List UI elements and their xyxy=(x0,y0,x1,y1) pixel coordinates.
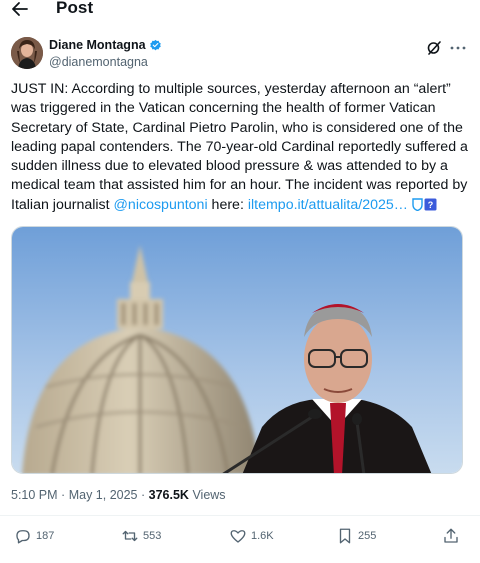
author-name-group[interactable]: Diane Montagna xyxy=(49,38,162,52)
repost-button[interactable]: 553 xyxy=(121,527,161,545)
more-dots-icon xyxy=(450,46,466,50)
question-box-icon: ? xyxy=(424,198,437,211)
grok-icon xyxy=(427,41,441,55)
page-title: Post xyxy=(56,0,94,17)
author-handle[interactable]: @dianemontagna xyxy=(49,55,148,69)
share-icon xyxy=(444,528,458,543)
tweet-meta: 5:10 PM · May 1, 2025 · 376.5K Views xyxy=(11,488,226,502)
meta-separator-2: · xyxy=(140,488,146,502)
tweet-text-main: JUST IN: According to multiple sources, … xyxy=(11,81,468,213)
bookmark-count: 255 xyxy=(358,530,377,542)
verified-badge-icon xyxy=(149,39,161,50)
grok-button[interactable] xyxy=(425,39,443,57)
like-count: 1.6K xyxy=(251,530,274,542)
divider xyxy=(0,515,480,516)
share-button[interactable] xyxy=(442,527,460,545)
action-bar: 187 553 1.6K 255 xyxy=(0,527,480,547)
article-link[interactable]: iltempo.it/attualita/2025… xyxy=(248,197,408,213)
tweet-text: JUST IN: According to multiple sources, … xyxy=(11,80,471,215)
heart-icon xyxy=(230,530,246,543)
top-bar: Post xyxy=(0,0,480,20)
author-row: Diane Montagna @dianemontagna xyxy=(11,37,471,73)
bookmark-icon xyxy=(339,528,351,544)
reply-icon xyxy=(16,530,30,544)
avatar[interactable] xyxy=(11,37,43,69)
bookmark-button[interactable]: 255 xyxy=(336,527,376,545)
repost-icon xyxy=(122,530,138,542)
back-button[interactable] xyxy=(9,0,31,19)
tweet-image[interactable] xyxy=(11,226,463,474)
more-options-button[interactable] xyxy=(449,39,467,57)
like-button[interactable]: 1.6K xyxy=(229,527,274,545)
arrow-left-icon xyxy=(12,2,28,16)
views-count[interactable]: 376.5K xyxy=(149,488,189,502)
views-label: Views xyxy=(192,488,226,502)
author-name[interactable]: Diane Montagna xyxy=(49,38,146,52)
reply-button[interactable]: 187 xyxy=(14,527,54,545)
svg-text:?: ? xyxy=(428,200,434,210)
mention-link[interactable]: @nicospuntoni xyxy=(114,197,208,213)
reply-count: 187 xyxy=(36,530,55,542)
emoji-flags: ? xyxy=(412,198,437,211)
repost-count: 553 xyxy=(143,530,162,542)
tweet-date[interactable]: May 1, 2025 xyxy=(69,488,138,502)
tweet-time[interactable]: 5:10 PM xyxy=(11,488,58,502)
shield-emoji-icon xyxy=(412,198,423,211)
tweet-text-mid: here: xyxy=(207,196,248,213)
meta-separator: · xyxy=(61,488,66,502)
